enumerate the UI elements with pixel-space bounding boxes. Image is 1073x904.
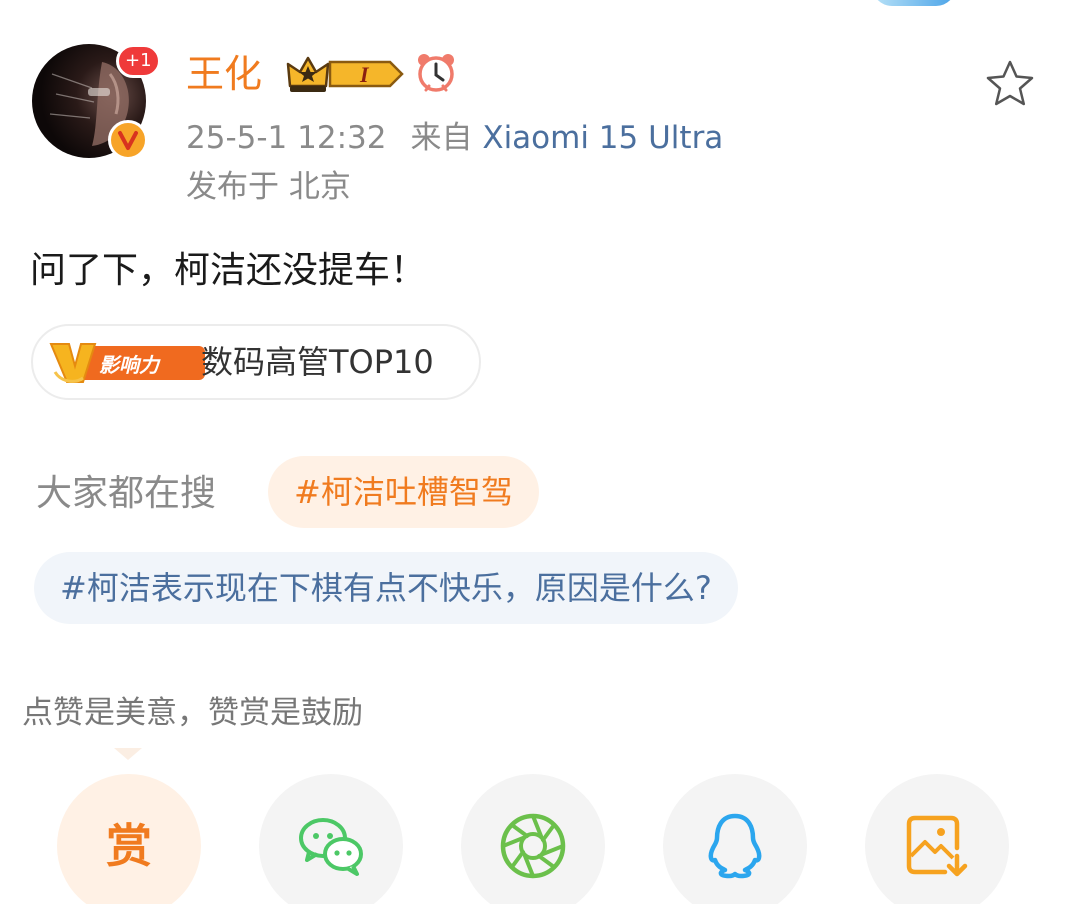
weibo-post-screen: +1 王化 I 25-5-1 12:32 来自 Xiaomi 15 Ultra … [0,0,1073,904]
wechat-icon [299,818,363,876]
post-text: 问了下，柯洁还没提车！ [30,250,427,291]
star-outline-icon[interactable] [984,58,1036,114]
author-avatar[interactable]: +1 [32,44,161,164]
post-time: 25-5-1 12:32 [186,120,387,156]
alarm-clock-icon[interactable] [414,50,458,98]
influence-badge-label: 影响力 [99,353,161,377]
save-image-button[interactable] [865,774,1009,904]
post-meta: 25-5-1 12:32 来自 Xiaomi 15 Ultra [186,116,723,160]
share-qq-button[interactable] [663,774,807,904]
author-name[interactable]: 王化 [186,48,262,100]
share-wechat-button[interactable] [259,774,403,904]
post-source-link[interactable]: Xiaomi 15 Ultra [482,120,723,156]
share-moments-button[interactable] [461,774,605,904]
top-decoration [872,0,956,6]
crown-level-badge-icon[interactable]: I [286,52,404,100]
avatar-notification-badge: +1 [116,44,161,78]
save-image-icon [906,815,968,877]
qq-icon [708,813,762,879]
reward-pointer [114,748,142,760]
influence-rank-text: 数码高管TOP10 [201,343,434,381]
reward-button[interactable]: 赏 [57,774,201,904]
reward-note: 点赞是美意，赞赏是鼓励 [22,695,363,731]
moments-icon [500,813,566,879]
reward-button-label: 赏 [106,819,152,873]
member-level-text: I [359,62,370,87]
v-influence-badge-icon: 影响力 [49,338,219,386]
influence-rank-pill[interactable]: 影响力 数码高管TOP10 [31,324,481,400]
hot-topic-chip[interactable]: #柯洁表示现在下棋有点不快乐，原因是什么? [34,552,738,624]
from-label: 来自 [410,120,473,156]
post-location: 发布于 北京 [186,169,351,205]
hot-search-label: 大家都在搜 [36,473,217,514]
hot-search-chip[interactable]: #柯洁吐槽智驾 [268,456,539,528]
orange-v-verified-icon [108,120,148,160]
